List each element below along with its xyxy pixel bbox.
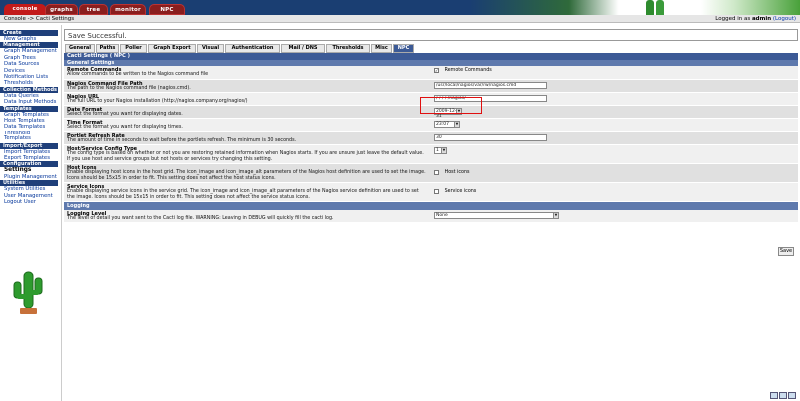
tab-npc[interactable]: NPC [149, 4, 185, 15]
sidebar-item-data-input-methods[interactable]: Data Input Methods [0, 99, 58, 105]
portlet-refresh-input[interactable] [434, 134, 547, 141]
setting-description: Allow commands to be written to the Nagi… [67, 72, 209, 77]
checkbox-label: Remote Commands [444, 68, 492, 73]
window-icon[interactable] [770, 392, 778, 399]
tab-tree[interactable]: tree [79, 4, 108, 15]
setting-row-logging-level: Logging Level The level of detail you wa… [64, 210, 798, 223]
sidebar-item-graph-management[interactable]: Graph Management [0, 48, 58, 54]
settings-form: Cacti Settings ( NPC ) General Settings … [64, 53, 798, 223]
breadcrumb[interactable]: Console -> Cacti Settings [4, 16, 74, 22]
config-type-value: 1 [436, 148, 439, 153]
save-button[interactable]: Save [778, 247, 794, 256]
tab-monitor[interactable]: monitor [110, 4, 146, 15]
host-icons-control: Host icons [434, 170, 470, 176]
panel-title: Cacti Settings ( NPC ) [64, 53, 798, 60]
logout-link[interactable]: (Logout) [773, 16, 796, 22]
tab-authentication[interactable]: Authentication [225, 44, 280, 53]
breadcrumb-bar: Console -> Cacti Settings Logged in as a… [0, 15, 800, 23]
logging-level-select[interactable]: None ▼ [434, 212, 559, 219]
sidebar-item-logout-user[interactable]: Logout User [0, 199, 58, 205]
setting-row-remote-commands: Remote Commands Allow commands to be wri… [64, 66, 798, 80]
tab-console[interactable]: console [4, 4, 46, 15]
sidebar: Create New Graphs Management Graph Manag… [0, 30, 58, 261]
time-format-value: 23:07 [436, 122, 449, 127]
login-status: Logged in as admin (Logout) [715, 16, 796, 22]
remote-commands-checkbox[interactable]: ✓ [434, 68, 439, 73]
tab-poller[interactable]: Poller [120, 44, 147, 53]
tab-graph-export[interactable]: Graph Export [148, 44, 196, 53]
logging-level-control: None ▼ [434, 212, 559, 219]
service-icons-control: Service icons [434, 189, 476, 195]
setting-description: The amount of time in seconds to wait be… [67, 138, 297, 143]
chevron-down-icon: ▼ [441, 148, 446, 153]
time-format-control: 23:07 ▼ [434, 121, 460, 128]
checkbox-label: Host icons [444, 170, 470, 175]
setting-description: Enable displaying host icons in the host… [67, 170, 426, 181]
setting-description: The path to the Nagios command file (nag… [67, 86, 191, 91]
time-format-select[interactable]: 23:07 ▼ [434, 121, 460, 128]
tab-graphs[interactable]: graphs [45, 4, 78, 15]
chevron-down-icon: ▼ [553, 213, 558, 218]
chevron-down-icon: ▼ [454, 122, 459, 127]
tab-paths[interactable]: Paths [96, 44, 119, 53]
setting-description: Select the format you want for displayin… [67, 125, 183, 130]
section-logging: Logging [64, 202, 798, 210]
login-user: admin [751, 16, 772, 22]
tab-npc-settings[interactable]: NPC [393, 44, 414, 53]
header-banner [470, 0, 800, 15]
config-type-select[interactable]: 1 ▼ [434, 147, 447, 154]
window-icon[interactable] [788, 392, 796, 399]
setting-description: The full URL to your Nagios installation… [67, 99, 248, 104]
login-prefix: Logged in as [715, 16, 751, 22]
main-panel: Save Successful. General Paths Poller Gr… [61, 25, 798, 401]
logging-level-value: None [436, 213, 448, 218]
service-icons-checkbox[interactable] [434, 189, 439, 194]
tab-misc[interactable]: Misc [371, 44, 392, 53]
tab-visual[interactable]: Visual [197, 44, 224, 53]
command-file-control [434, 82, 547, 89]
setting-row-config-type: Host/Service Config Type The config type… [64, 145, 798, 164]
remote-commands-control: ✓ Remote Commands [434, 68, 492, 74]
setting-row-portlet-refresh: Portlet Refresh Rate The amount of time … [64, 132, 798, 145]
config-type-control: 1 ▼ [434, 147, 447, 154]
cactus-banner-icon [646, 0, 654, 15]
setting-row-time-format: Time Format Select the format you want f… [64, 119, 798, 132]
status-icons [770, 392, 797, 401]
setting-row-command-file: Nagios Command File Path The path to the… [64, 80, 798, 93]
checkbox-label: Service icons [444, 189, 477, 194]
status-message: Save Successful. [68, 32, 127, 40]
setting-description: Enable displaying service icons in the s… [67, 189, 419, 200]
setting-row-service-icons: Service Icons Enable displaying service … [64, 183, 798, 202]
sidebar-item-threshold-templates[interactable]: Threshold Templates [0, 131, 58, 143]
setting-description: The config type is based on whether or n… [67, 151, 424, 162]
cactus-logo [13, 271, 43, 314]
highlight-annotation-box [420, 97, 482, 114]
tab-thresholds[interactable]: Thresholds [326, 44, 370, 53]
cactus-banner-icon [656, 0, 664, 15]
settings-tabs: General Paths Poller Graph Export Visual… [64, 44, 798, 53]
setting-row-host-icons: Host Icons Enable displaying host icons … [64, 164, 798, 183]
window-icon[interactable] [779, 392, 787, 399]
setting-description: Select the format you want for displayin… [67, 112, 183, 117]
tab-general[interactable]: General [65, 44, 95, 53]
setting-description: The level of detail you want sent to the… [67, 216, 334, 221]
command-file-input[interactable] [434, 82, 547, 89]
tab-mail-dns[interactable]: Mail / DNS [281, 44, 325, 53]
portlet-refresh-control [434, 134, 547, 141]
sidebar-header-collection-methods: Collection Methods [0, 86, 58, 93]
host-icons-checkbox[interactable] [434, 170, 439, 175]
status-message-box: Save Successful. [64, 29, 798, 41]
